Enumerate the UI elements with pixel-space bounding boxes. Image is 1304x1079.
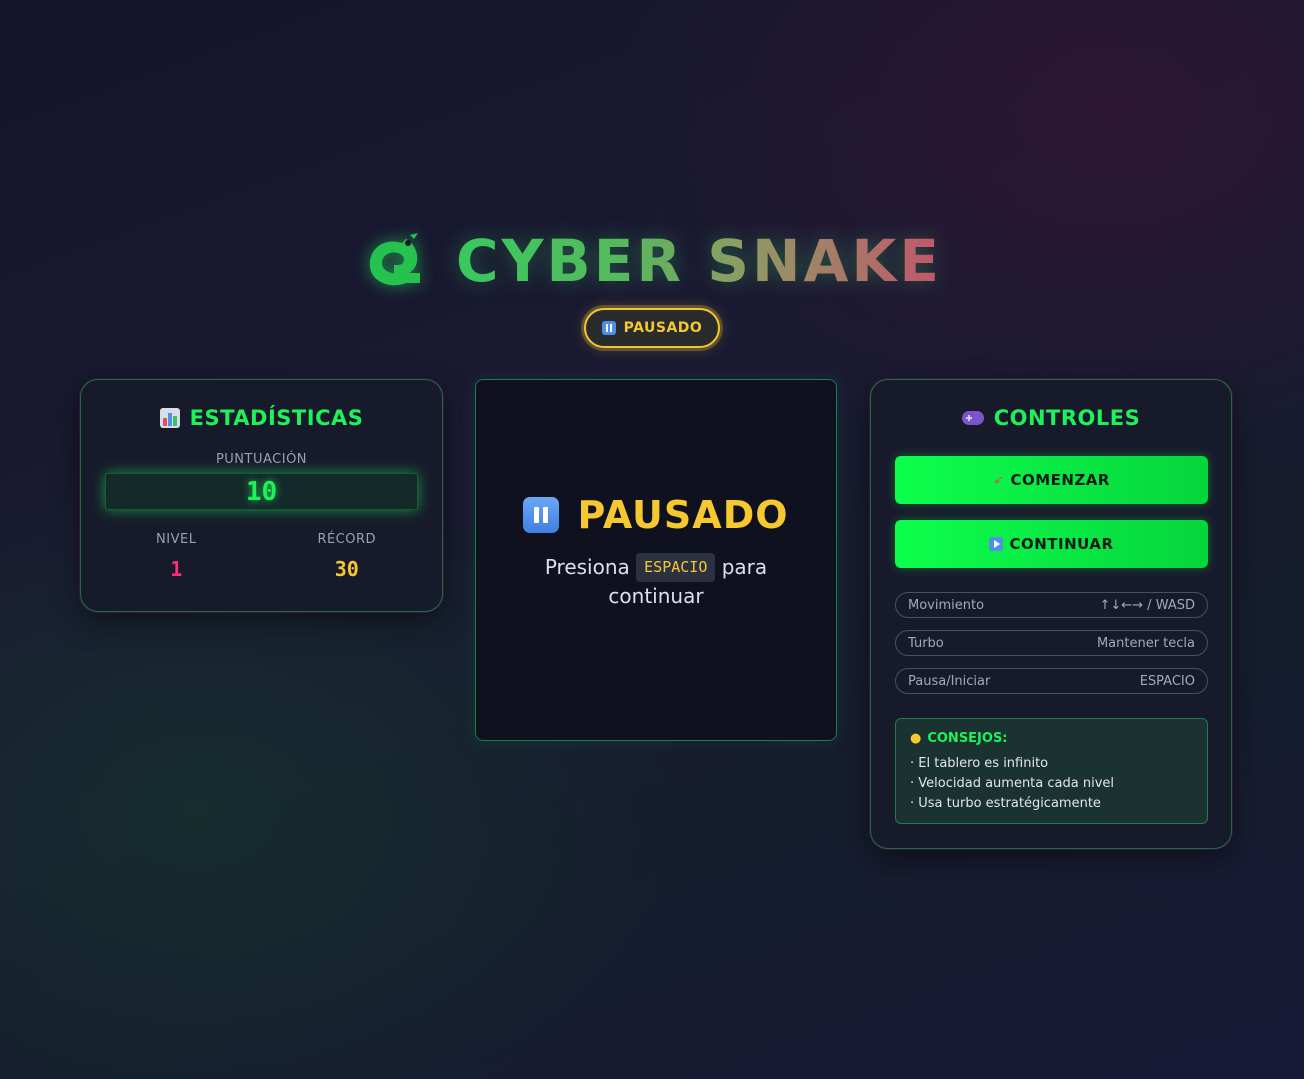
control-row-pause: Pausa/Iniciar ESPACIO [895, 668, 1208, 694]
resume-hint-prefix: Presiona [544, 555, 630, 579]
stat-row: NIVEL 1 RÉCORD 30 [81, 532, 442, 581]
level-stat: NIVEL 1 [101, 532, 251, 581]
control-action: Movimiento [908, 597, 985, 613]
score-value: 10 [105, 473, 418, 510]
header: CYBER SNAKE PAUSADO [0, 224, 1304, 348]
pause-overlay-title: PAUSADO [523, 493, 788, 537]
chart-icon [159, 408, 180, 428]
level-label: NIVEL [156, 532, 197, 547]
start-button[interactable]: ➶ COMENZAR [895, 456, 1208, 504]
continue-button[interactable]: CONTINUAR [895, 520, 1208, 568]
play-icon [989, 537, 1004, 551]
controls-title: CONTROLES [993, 406, 1141, 430]
controls-title-row: CONTROLES [871, 406, 1231, 430]
controls-panel: CONTROLES ➶ COMENZAR CONTINUAR Movimient… [870, 379, 1232, 849]
tip-item: · Velocidad aumenta cada nivel [910, 776, 1114, 791]
control-action: Turbo [908, 635, 944, 651]
tips-title: CONSEJOS: [927, 731, 1008, 746]
stats-panel: ESTADÍSTICAS PUNTUACIÓN 10 NIVEL 1 RÉCOR… [80, 379, 443, 612]
pause-icon [523, 497, 560, 533]
bulb-icon: ● [910, 731, 922, 746]
record-label: RÉCORD [317, 532, 377, 547]
record-stat: RÉCORD 30 [272, 532, 422, 581]
stats-title: ESTADÍSTICAS [189, 406, 364, 430]
tips-title-row: ● CONSEJOS: [910, 731, 1193, 746]
pause-overlay-text: PAUSADO [577, 493, 789, 537]
control-key: Mantener tecla [1096, 635, 1195, 651]
stats-title-row: ESTADÍSTICAS [81, 406, 442, 430]
control-row-movement: Movimiento ↑↓←→ / WASD [895, 592, 1208, 618]
game-board[interactable]: PAUSADO Presiona ESPACIO para continuar [475, 379, 837, 741]
control-key: ↑↓←→ / WASD [1099, 597, 1195, 613]
start-button-label: COMENZAR [1010, 471, 1110, 489]
gamepad-icon [961, 411, 984, 425]
level-value: 1 [170, 557, 183, 581]
control-row-turbo: Turbo Mantener tecla [895, 630, 1208, 656]
status-badge: PAUSADO [583, 308, 721, 348]
continue-button-label: CONTINUAR [1009, 535, 1114, 553]
status-text: PAUSADO [623, 320, 703, 336]
record-value: 30 [334, 557, 359, 581]
tips-box: ● CONSEJOS: · El tablero es infinito · V… [895, 718, 1208, 824]
resume-hint: Presiona ESPACIO para continuar [526, 553, 786, 611]
rocket-icon: ➶ [993, 472, 1005, 488]
snake-icon [369, 233, 420, 286]
pause-icon [601, 321, 616, 335]
control-key: ESPACIO [1139, 673, 1195, 689]
tips-list: · El tablero es infinito · Velocidad aum… [910, 754, 1193, 814]
title-row: CYBER SNAKE [0, 224, 1304, 298]
tip-item: · El tablero es infinito [910, 756, 1049, 771]
score-label: PUNTUACIÓN [215, 452, 308, 467]
control-action: Pausa/Iniciar [908, 673, 991, 689]
tip-item: · Usa turbo estratégicamente [910, 796, 1101, 811]
game-title: CYBER SNAKE [455, 227, 942, 295]
space-key-badge: ESPACIO [636, 553, 716, 582]
